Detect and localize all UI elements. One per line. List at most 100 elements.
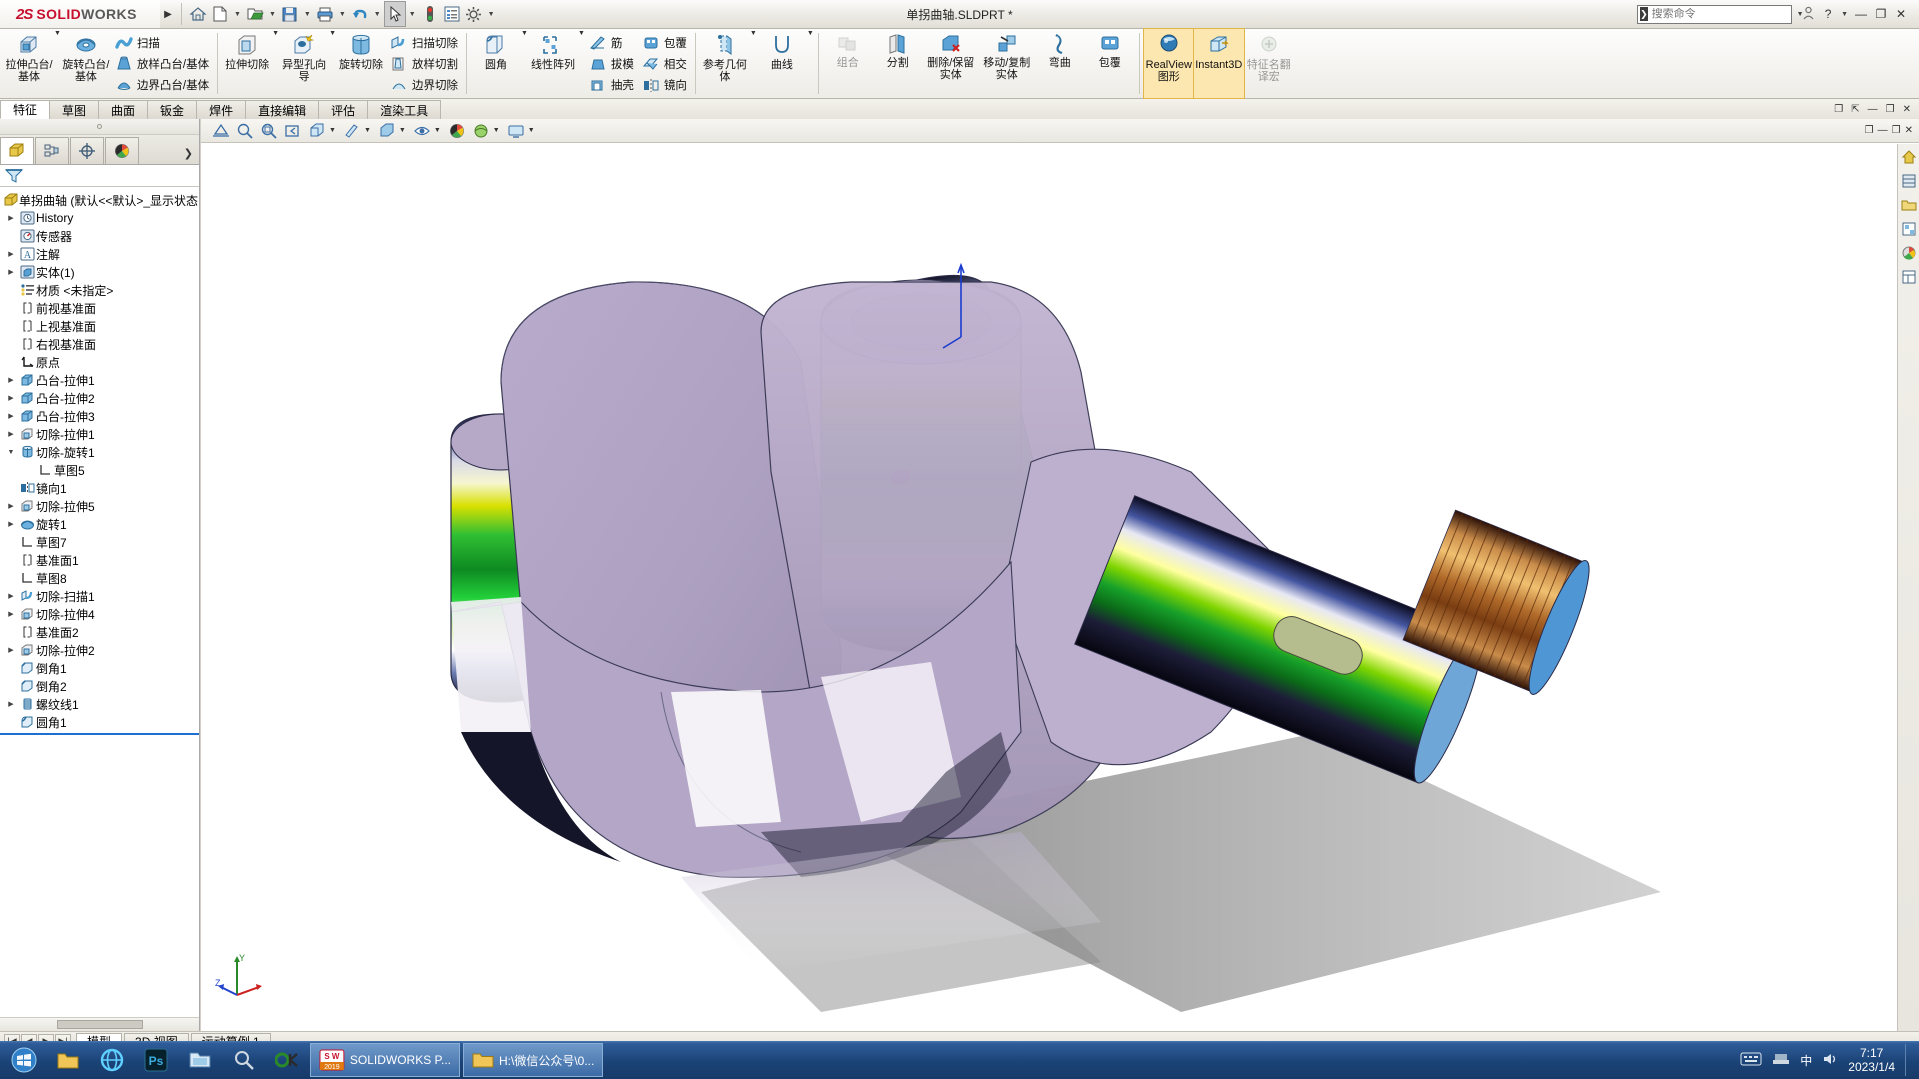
design-library-icon[interactable] [1900,172,1918,190]
tree-node-11[interactable]: ▶ 凸台-拉伸3 [0,407,199,425]
hide-show-items-icon[interactable] [410,120,434,142]
fillet-caret-icon[interactable]: ▼ [521,29,528,37]
tree-filter-row[interactable] [0,165,199,187]
boundary-cut-button[interactable]: 边界切除 [386,74,462,95]
model-viewport[interactable]: Y Z [201,144,1897,1031]
apply-scene-icon[interactable] [469,120,493,142]
view-settings-caret-icon[interactable]: ▼ [528,127,539,134]
tree-node-5[interactable]: 前视基准面 [0,299,199,317]
tree-expand-icon[interactable]: ▶ [4,250,18,258]
tree-node-14[interactable]: 草图5 [0,461,199,479]
reference-geometry-button[interactable]: 参考几何体 [700,29,750,98]
tab-weldments[interactable]: 焊件 [196,100,247,119]
graphics-close-icon[interactable]: ✕ [1903,125,1915,136]
property-manager-tab[interactable] [35,137,69,164]
extrude-cut-caret-icon[interactable]: ▼ [272,29,279,37]
tree-node-7[interactable]: 右视基准面 [0,335,199,353]
tree-node-26[interactable]: 倒角2 [0,677,199,695]
panel-maximize-icon[interactable]: ❐ [1884,104,1897,115]
taskbar-clock[interactable]: 7:17 2023/1/4 [1848,1046,1895,1074]
curves-caret-icon[interactable]: ▼ [807,29,814,37]
taskbar-browser-icon[interactable] [90,1042,134,1078]
tree-node-1[interactable]: 传感器 [0,227,199,245]
taskbar-explorer-icon[interactable] [178,1042,222,1078]
tree-expand-icon[interactable]: ▶ [4,412,18,420]
rollback-bar[interactable] [0,733,199,735]
tree-expand-icon[interactable]: ▶ [4,700,18,708]
tray-network-icon[interactable] [1772,1052,1790,1069]
view-orientation-caret-icon[interactable]: ▼ [329,127,340,134]
tree-expand-icon[interactable]: ▶ [4,214,18,222]
sidebar-expand-icon[interactable]: ❯ [184,147,199,164]
draft-button[interactable]: 拔模 [585,53,638,74]
instant3d-button[interactable]: Instant3D [1192,28,1245,99]
tree-node-6[interactable]: 上视基准面 [0,317,199,335]
taskbar-item-folder[interactable]: H:\微信公众号\0... [463,1043,604,1077]
display-style-caret-icon[interactable]: ▼ [399,127,410,134]
feature-name-macro-button[interactable]: 特征名翻译宏 [1244,29,1294,98]
realview-graphics-button[interactable]: RealView 图形 [1142,28,1195,99]
3d-drawing-view-icon[interactable] [340,120,364,142]
crankshaft-model[interactable] [201,144,1897,1031]
panel-minimize-icon[interactable]: — [1866,104,1880,115]
tray-volume-icon[interactable] [1822,1052,1838,1069]
scrollbar-thumb[interactable] [56,1020,143,1029]
tray-ime-icon[interactable]: 中 [1800,1052,1812,1069]
graphics-restore-icon[interactable]: ❐ [1863,125,1876,136]
revolve-cut-button[interactable]: 旋转切除 [336,29,386,98]
feature-manager-tab[interactable] [0,137,34,164]
tree-node-list[interactable]: ▶ History 传感器 ▶ A 注解 ▶ 实体(1) 材质 <未指定> 前视基准面 上视基准面右… [0,209,199,731]
tree-expand-icon[interactable]: ▶ [4,610,18,618]
zoom-to-fit-icon[interactable] [233,120,257,142]
configuration-manager-tab[interactable] [70,137,104,164]
panel-close-icon[interactable]: ✕ [1901,104,1913,115]
tree-node-10[interactable]: ▶ 凸台-拉伸2 [0,389,199,407]
tree-node-21[interactable]: ▶ 切除-扫描1 [0,587,199,605]
tree-node-0[interactable]: ▶ History [0,209,199,227]
move-copy-body-button[interactable]: 移动/复制实体 [979,29,1035,98]
show-desktop-button[interactable] [1905,1044,1913,1076]
panel-restore-icon[interactable]: ❐ [1832,104,1845,115]
tree-expand-icon[interactable]: ▶ [4,502,18,510]
sweep-cut-button[interactable]: 扫描切除 [386,32,462,53]
sweep-button[interactable]: 扫描 [111,32,213,53]
curves-button[interactable]: 曲线 [757,29,807,98]
appearances-scenes-icon[interactable] [1900,244,1918,262]
extrude-boss-button[interactable]: 拉伸凸台/基体 [4,29,54,98]
file-explorer-icon[interactable] [1900,196,1918,214]
panel-drag-handle[interactable] [0,119,199,135]
tree-node-24[interactable]: ▶ 切除-拉伸2 [0,641,199,659]
tree-node-15[interactable]: 镜向1 [0,479,199,497]
taskbar-cad-icon[interactable] [266,1042,310,1078]
tree-node-17[interactable]: ▶ 旋转1 [0,515,199,533]
tree-node-20[interactable]: 草图8 [0,569,199,587]
hide-show-caret-icon[interactable]: ▼ [434,127,445,134]
tab-evaluate[interactable]: 评估 [318,100,369,119]
tree-collapse-icon[interactable]: ▼ [4,449,18,456]
tree-expand-icon[interactable]: ▶ [4,394,18,402]
graphics-minimize-icon[interactable]: — [1876,125,1890,136]
tree-expand-icon[interactable]: ▶ [4,592,18,600]
tree-node-16[interactable]: ▶ 切除-拉伸5 [0,497,199,515]
rib-button[interactable]: 筋 [585,32,638,53]
linear-pattern-button[interactable]: 线性阵列 [528,29,578,98]
tab-render-tools[interactable]: 渲染工具 [367,100,442,119]
graphics-maximize-icon[interactable]: ❐ [1890,125,1903,136]
extrude-boss-caret-icon[interactable]: ▼ [54,29,61,37]
display-style-icon[interactable] [375,120,399,142]
tree-node-22[interactable]: ▶ 切除-拉伸4 [0,605,199,623]
tray-keyboard-icon[interactable] [1740,1052,1762,1069]
previous-view-icon[interactable] [281,120,305,142]
taskbar-item-solidworks[interactable]: S W 2019 SOLIDWORKS P... [310,1043,460,1077]
boundary-boss-button[interactable]: 边界凸台/基体 [111,74,213,95]
combine-button[interactable]: 组合 [823,29,873,98]
split-button[interactable]: 分割 [873,29,923,98]
display-manager-tab[interactable] [105,137,139,164]
tree-node-25[interactable]: 倒角1 [0,659,199,677]
loft-cut-button[interactable]: 放样切割 [386,53,462,74]
tree-expand-icon[interactable]: ▶ [4,376,18,384]
3d-drawing-caret-icon[interactable]: ▼ [364,127,375,134]
taskbar-folder-icon[interactable] [46,1042,90,1078]
task-pane-home-icon[interactable] [1900,148,1918,166]
tree-node-12[interactable]: ▶ 切除-拉伸1 [0,425,199,443]
